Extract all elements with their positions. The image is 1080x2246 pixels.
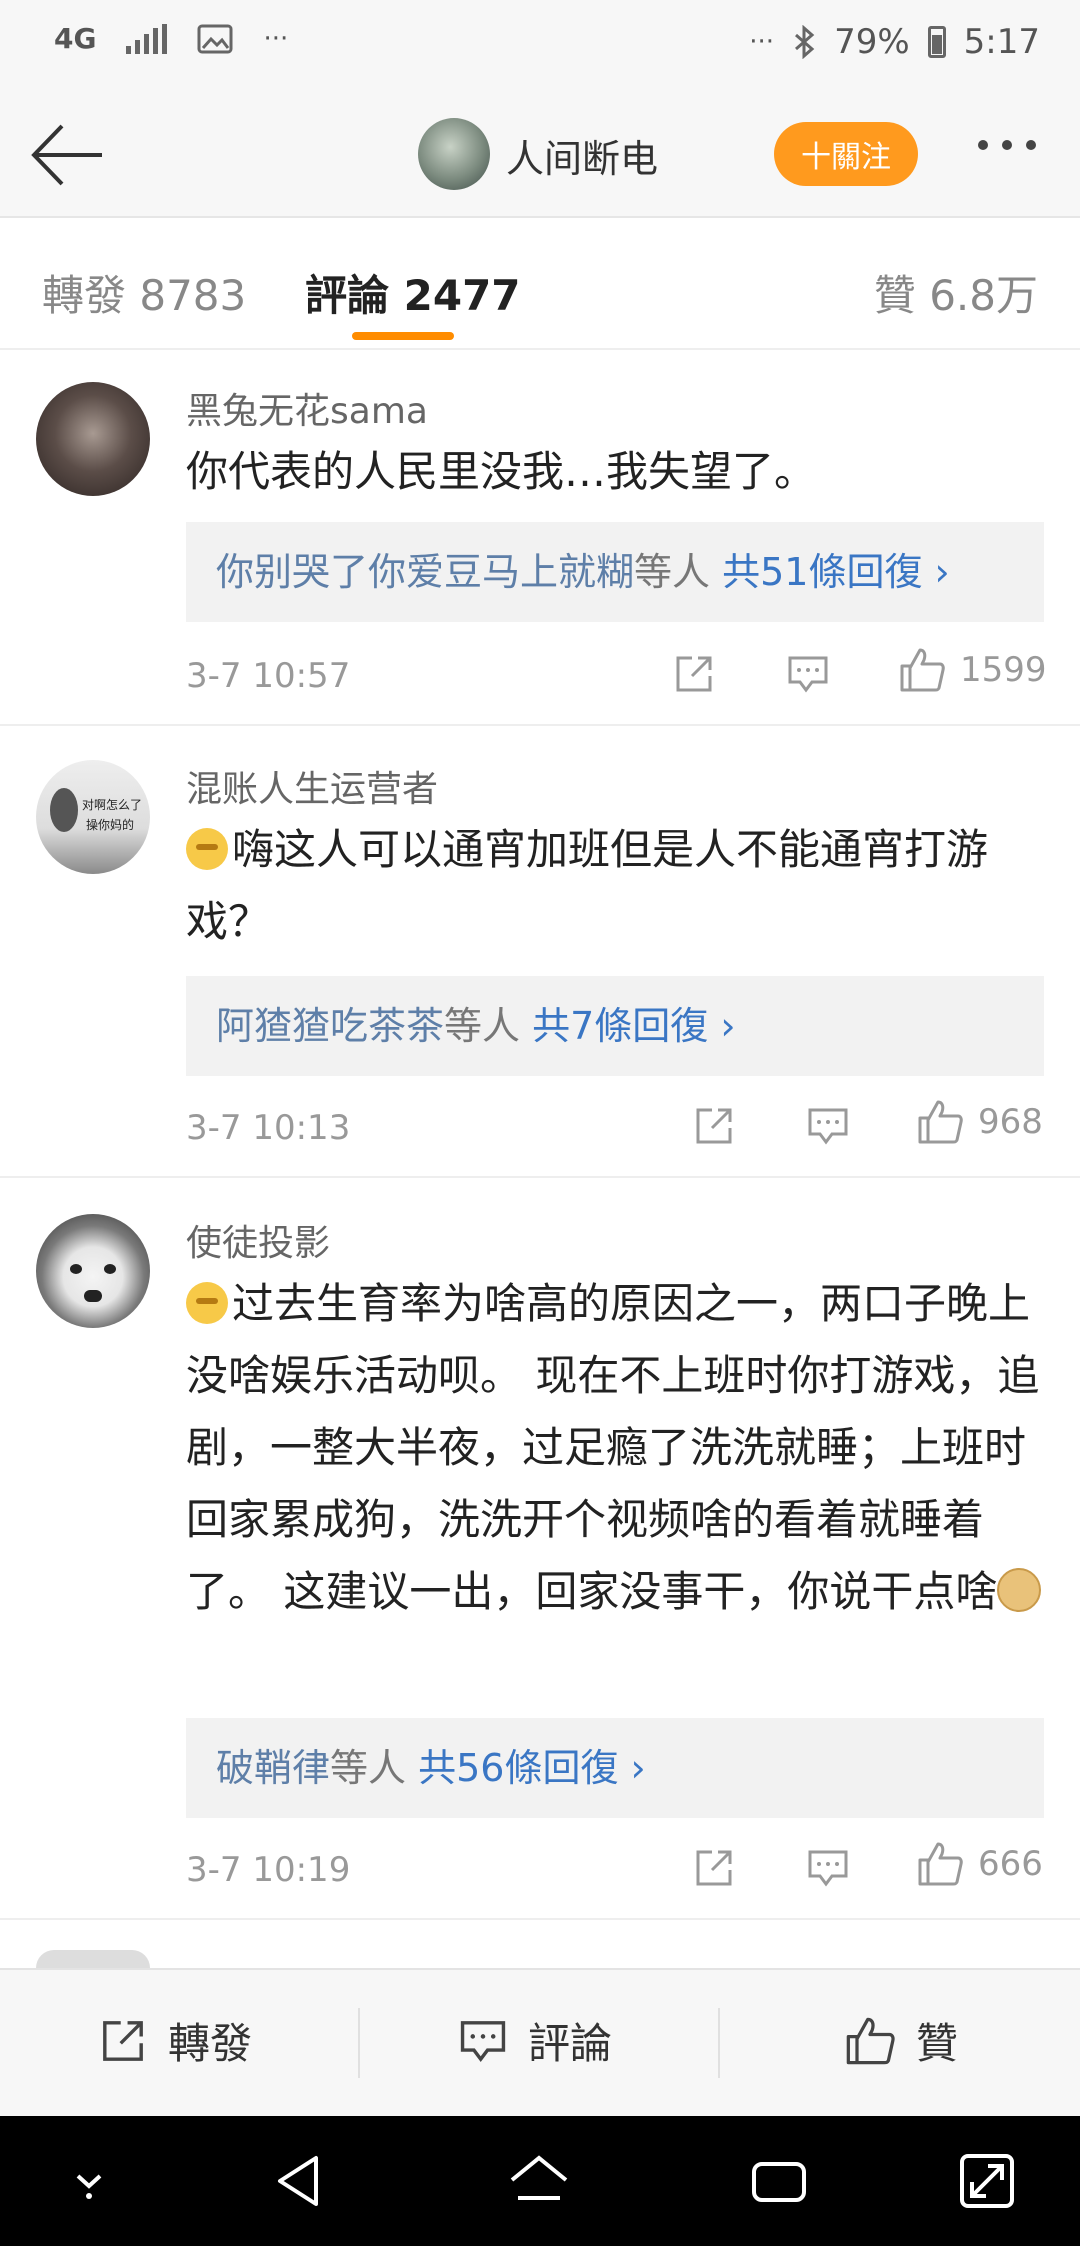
signal-icon <box>126 23 168 54</box>
like-count: 1599 <box>960 650 1047 690</box>
like-control[interactable]: 666 <box>916 1840 1043 1888</box>
battery-icon <box>927 26 946 58</box>
shy-emoji-icon <box>186 828 228 870</box>
reply-summary[interactable]: 你别哭了你爱豆马上就糊等人 共51條回復 › <box>186 522 1044 622</box>
comment-icon <box>460 2020 506 2062</box>
like-control[interactable]: 1599 <box>898 646 1047 694</box>
share-icon[interactable] <box>692 1846 736 1890</box>
comment-time: 3-7 10:19 <box>186 1850 351 1890</box>
divider <box>358 2008 360 2078</box>
reply-summary[interactable]: 阿猹猹吃茶茶等人 共7條回復 › <box>186 976 1044 1076</box>
reply-users: 破鞘律 <box>216 1746 331 1790</box>
bottom-action-bar: 轉發 評論 贊 <box>0 1968 1080 2116</box>
reply-summary[interactable]: 破鞘律等人 共56條回復 › <box>186 1718 1044 1818</box>
avatar-caption-2: 操你妈的 <box>86 818 135 832</box>
tab-comment[interactable]: 評論 2477 <box>305 262 521 323</box>
like-label: 贊 <box>916 2019 959 2068</box>
comment-text-body: 过去生育率为啥高的原因之一，两口子晚上没啥娱乐活动呗。 现在不上班时你打游戏，追… <box>186 1279 1040 1616</box>
reply-others-label: 等人 <box>634 550 711 594</box>
tab-repost[interactable]: 轉發 8783 <box>42 262 246 323</box>
reply-others-label: 等人 <box>330 1746 407 1790</box>
repost-icon <box>103 2020 143 2061</box>
next-comment-avatar-partial <box>36 1950 150 1968</box>
comment-item: 使徒投影 过去生育率为啥高的原因之一，两口子晚上没啥娱乐活动呗。 现在不上班时你… <box>0 1178 1080 1920</box>
reply-users: 你别哭了你爱豆马上就糊 <box>216 550 635 594</box>
network-indicator: 4G <box>54 22 97 55</box>
tab-bar: 轉發 8783 評論 2477 贊 6.8万 <box>0 220 1080 350</box>
avatar-caption-1: 对啊怎么了 <box>82 798 143 812</box>
comment-text-body: 嗨这人可以通宵加班但是人不能通宵打游戏？ <box>186 825 989 946</box>
commenter-name[interactable]: 混账人生运营者 <box>186 760 438 812</box>
expand-icon[interactable] <box>952 2146 1022 2216</box>
comment-text: 过去生育率为啥高的原因之一，两口子晚上没啥娱乐活动呗。 现在不上班时你打游戏，追… <box>186 1268 1046 1628</box>
comment-item: 对啊怎么了 操你妈的 混账人生运营者 嗨这人可以通宵加班但是人不能通宵打游戏？ … <box>0 726 1080 1178</box>
repost-button[interactable]: 轉發 <box>98 2010 252 2071</box>
battery-percent: 79% <box>834 22 910 62</box>
follow-button[interactable]: 十關注 <box>774 122 918 186</box>
status-more-left: ··· <box>263 23 289 54</box>
recent-apps-icon[interactable] <box>744 2146 814 2216</box>
repost-label: 轉發 <box>168 2019 253 2068</box>
share-icon[interactable] <box>692 1104 736 1148</box>
commenter-name[interactable]: 黑兔无花sama <box>186 382 428 434</box>
divider <box>718 2008 720 2078</box>
reply-icon[interactable] <box>806 1106 850 1146</box>
more-options-icon[interactable] <box>978 140 1036 150</box>
thumbs-up-icon <box>918 1100 963 1144</box>
home-icon[interactable] <box>504 2146 574 2216</box>
bluetooth-icon <box>795 25 815 59</box>
like-count: 666 <box>978 1844 1043 1884</box>
active-tab-indicator <box>352 332 454 340</box>
reply-count: 共7條回復 › <box>532 1004 736 1048</box>
doge-emoji-icon <box>997 1568 1042 1612</box>
commenter-avatar[interactable]: 对啊怎么了 操你妈的 <box>36 760 150 874</box>
status-more-right: ··· <box>749 27 775 57</box>
image-icon <box>197 24 233 53</box>
reply-icon[interactable] <box>806 1848 850 1888</box>
comment-time: 3-7 10:13 <box>186 1108 351 1148</box>
author-name[interactable]: 人间断电 <box>506 128 658 183</box>
tab-like[interactable]: 贊 6.8万 <box>874 262 1038 323</box>
like-count: 968 <box>978 1102 1043 1142</box>
shy-emoji-icon <box>186 1282 228 1324</box>
system-nav-bar <box>0 2116 1080 2246</box>
thumbs-up-icon <box>900 648 945 692</box>
comment-item: 黑兔无花sama 你代表的人民里没我…我失望了。 你别哭了你爱豆马上就糊等人 共… <box>0 352 1080 726</box>
commenter-avatar[interactable] <box>36 382 150 496</box>
thumbs-up-icon <box>918 1842 963 1886</box>
back-triangle-icon[interactable] <box>266 2146 336 2216</box>
comment-time: 3-7 10:57 <box>186 656 351 696</box>
top-header: 人间断电 十關注 <box>0 90 1080 218</box>
reply-count: 共56條回復 › <box>418 1746 646 1790</box>
commenter-avatar[interactable] <box>36 1214 150 1328</box>
reply-count: 共51條回復 › <box>722 550 950 594</box>
comment-label: 評論 <box>528 2019 613 2068</box>
comment-text: 你代表的人民里没我…我失望了。 <box>186 447 817 496</box>
comment-text: 嗨这人可以通宵加班但是人不能通宵打游戏？ <box>186 814 1046 958</box>
reply-users: 阿猹猹吃茶茶 <box>216 1004 445 1048</box>
share-icon[interactable] <box>672 652 716 696</box>
like-button[interactable]: 贊 <box>844 2010 958 2071</box>
follow-label: 十關注 <box>801 140 891 175</box>
thumbs-up-icon <box>846 2017 895 2064</box>
like-control[interactable]: 968 <box>916 1098 1043 1146</box>
back-arrow-icon[interactable] <box>28 120 108 190</box>
reply-icon[interactable] <box>786 654 830 694</box>
author-avatar[interactable] <box>418 118 490 190</box>
clock: 5:17 <box>963 22 1040 62</box>
status-bar: 4G ··· ··· 79% 5:17 <box>0 0 1080 90</box>
comment-button[interactable]: 評論 <box>458 2010 612 2071</box>
commenter-name[interactable]: 使徒投影 <box>186 1214 330 1266</box>
reply-others-label: 等人 <box>444 1004 521 1048</box>
chevron-down-icon[interactable] <box>54 2146 124 2216</box>
